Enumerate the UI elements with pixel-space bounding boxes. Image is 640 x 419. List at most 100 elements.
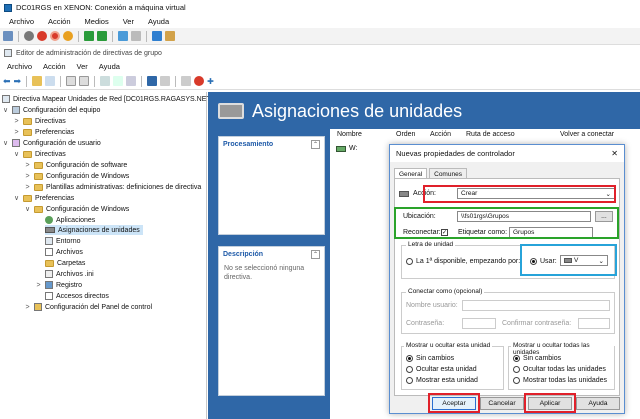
show-this-option[interactable]: Mostrar esta unidad bbox=[406, 377, 478, 384]
vm-menu-accion[interactable]: Acción bbox=[48, 17, 71, 26]
expand-arrow-icon[interactable]: > bbox=[35, 282, 42, 289]
expand-arrow-icon[interactable]: > bbox=[24, 162, 31, 169]
ctrl-alt-del-icon[interactable] bbox=[3, 31, 13, 41]
plus-icon[interactable]: ✚ bbox=[207, 77, 214, 86]
copy-icon[interactable] bbox=[66, 76, 77, 86]
expand-arrow-icon[interactable]: > bbox=[24, 184, 31, 191]
file-icon bbox=[45, 248, 53, 256]
vm-menu-ver[interactable]: Ver bbox=[123, 17, 134, 26]
tree-item-pref-windows[interactable]: ∨ Configuración de Windows bbox=[24, 204, 129, 214]
folder-icon bbox=[34, 183, 43, 191]
expand-arrow-icon[interactable]: > bbox=[24, 173, 31, 180]
connect-as-group: Conectar como (opcional) Nombre usuario:… bbox=[401, 288, 615, 334]
highlight-action bbox=[423, 185, 616, 203]
show-hide-tree-icon[interactable] bbox=[45, 76, 56, 86]
stop-icon[interactable] bbox=[194, 76, 205, 86]
show-all-option[interactable]: Mostrar todas las unidades bbox=[513, 377, 607, 384]
table-row[interactable]: W: bbox=[336, 145, 357, 152]
first-available-option[interactable]: La 1ª disponible, empezando por: bbox=[406, 258, 520, 265]
pause-icon[interactable] bbox=[84, 31, 94, 41]
hide-all-option[interactable]: Ocultar todas las unidades bbox=[513, 366, 606, 373]
expand-arrow-icon[interactable]: > bbox=[13, 118, 20, 125]
vm-menu-medios[interactable]: Medios bbox=[85, 17, 109, 26]
tree-item-admin-templates[interactable]: > Plantillas administrativas: definicion… bbox=[24, 182, 201, 192]
hide-this-radio[interactable] bbox=[406, 366, 413, 373]
tree-item-entorno[interactable]: Entorno bbox=[45, 236, 81, 246]
gpme-menu-ver[interactable]: Ver bbox=[77, 62, 88, 71]
col-reconectar[interactable]: Volver a conectar bbox=[560, 131, 614, 138]
shutdown-icon[interactable] bbox=[50, 31, 60, 41]
expand-arrow-icon[interactable]: ∨ bbox=[13, 150, 20, 158]
paste-icon[interactable] bbox=[79, 76, 90, 86]
tree-item-directivas[interactable]: > Directivas bbox=[13, 116, 66, 126]
enhanced-session-icon[interactable] bbox=[152, 31, 162, 41]
start-icon[interactable] bbox=[24, 31, 34, 41]
description-title: Descripción bbox=[223, 251, 264, 258]
export-icon[interactable] bbox=[126, 76, 137, 86]
tree-item-user-preferencias[interactable]: ∨ Preferencias bbox=[13, 193, 74, 203]
password-input[interactable] bbox=[462, 318, 496, 329]
view-icon[interactable] bbox=[160, 76, 171, 86]
up-folder-icon[interactable] bbox=[32, 76, 43, 86]
gpme-menu-accion[interactable]: Acción bbox=[43, 62, 66, 71]
username-input[interactable] bbox=[462, 300, 610, 311]
tree-item-carpetas[interactable]: Carpetas bbox=[45, 258, 85, 268]
tree-item-accesos[interactable]: Accesos directos bbox=[45, 291, 109, 301]
show-all-radio[interactable] bbox=[513, 377, 520, 384]
tree-item-gpo[interactable]: Directiva Mapear Unidades de Red [DC01RG… bbox=[2, 94, 213, 104]
tree-item-archivos[interactable]: Archivos bbox=[45, 247, 83, 257]
tree-item-panel-control[interactable]: > Configuración del Panel de control bbox=[24, 302, 152, 312]
hide-this-option[interactable]: Ocultar esta unidad bbox=[406, 366, 477, 373]
filter-icon[interactable] bbox=[181, 76, 192, 86]
tree-item-windows-settings[interactable]: > Configuración de Windows bbox=[24, 171, 129, 181]
tree-item-ini[interactable]: Archivos .ini bbox=[45, 269, 94, 279]
expand-arrow-icon[interactable]: ∨ bbox=[24, 205, 31, 213]
save-state-icon[interactable] bbox=[63, 31, 73, 41]
gpme-menu-archivo[interactable]: Archivo bbox=[7, 62, 32, 71]
share-icon[interactable] bbox=[165, 31, 175, 41]
reset-icon[interactable] bbox=[97, 31, 107, 41]
collapse-icon[interactable]: ⌃ bbox=[311, 250, 320, 259]
vm-menu-ayuda[interactable]: Ayuda bbox=[148, 17, 169, 26]
expand-arrow-icon[interactable]: ∨ bbox=[2, 106, 9, 114]
col-orden[interactable]: Orden bbox=[396, 131, 415, 138]
first-available-radio[interactable] bbox=[406, 258, 413, 265]
drive-mapping-icon bbox=[218, 103, 244, 119]
no-changes-option[interactable]: Sin cambios bbox=[406, 355, 454, 362]
tree-item-asignaciones[interactable]: Asignaciones de unidades bbox=[45, 225, 143, 235]
close-icon[interactable]: ✕ bbox=[611, 149, 618, 158]
tree-item-preferencias[interactable]: > Preferencias bbox=[13, 127, 74, 137]
help-button[interactable]: Ayuda bbox=[576, 397, 620, 410]
expand-arrow-icon[interactable]: ∨ bbox=[2, 139, 9, 147]
show-this-radio[interactable] bbox=[406, 377, 413, 384]
back-icon[interactable]: ⬅ bbox=[3, 76, 11, 87]
col-nombre[interactable]: Nombre bbox=[337, 131, 362, 138]
no-changes-radio[interactable] bbox=[406, 355, 413, 362]
tree-item-software[interactable]: > Configuración de software bbox=[24, 160, 127, 170]
cancel-button[interactable]: Cancelar bbox=[480, 397, 524, 410]
hide-all-radio[interactable] bbox=[513, 366, 520, 373]
forward-icon[interactable]: ➡ bbox=[14, 76, 22, 87]
col-accion[interactable]: Acción bbox=[430, 131, 451, 138]
collapse-icon[interactable]: ⌃ bbox=[311, 140, 320, 149]
gpme-menu-ayuda[interactable]: Ayuda bbox=[99, 62, 120, 71]
expand-arrow-icon[interactable]: ∨ bbox=[13, 194, 20, 202]
tree-item-computer-config[interactable]: ∨ Configuración del equipo bbox=[2, 105, 100, 115]
no-changes-all-radio[interactable] bbox=[513, 355, 520, 362]
col-ruta[interactable]: Ruta de acceso bbox=[466, 131, 515, 138]
confirm-password-input[interactable] bbox=[578, 318, 610, 329]
checkpoint-icon[interactable] bbox=[118, 31, 128, 41]
tree-item-user-config[interactable]: ∨ Configuración de usuario bbox=[2, 138, 101, 148]
tree-item-aplicaciones[interactable]: Aplicaciones bbox=[45, 215, 95, 225]
vm-menu-archivo[interactable]: Archivo bbox=[9, 17, 34, 26]
refresh-icon[interactable] bbox=[113, 76, 124, 86]
expand-arrow-icon[interactable]: > bbox=[13, 129, 20, 136]
revert-icon[interactable] bbox=[131, 31, 141, 41]
properties-icon[interactable] bbox=[100, 76, 111, 86]
expand-arrow-icon[interactable]: > bbox=[24, 304, 31, 311]
no-changes-all-option[interactable]: Sin cambios bbox=[513, 355, 561, 362]
tree-item-registro[interactable]: > Registro bbox=[35, 280, 82, 290]
turn-off-icon[interactable] bbox=[37, 31, 47, 41]
tree-item-user-directivas[interactable]: ∨ Directivas bbox=[13, 149, 66, 159]
help-icon[interactable] bbox=[147, 76, 158, 86]
